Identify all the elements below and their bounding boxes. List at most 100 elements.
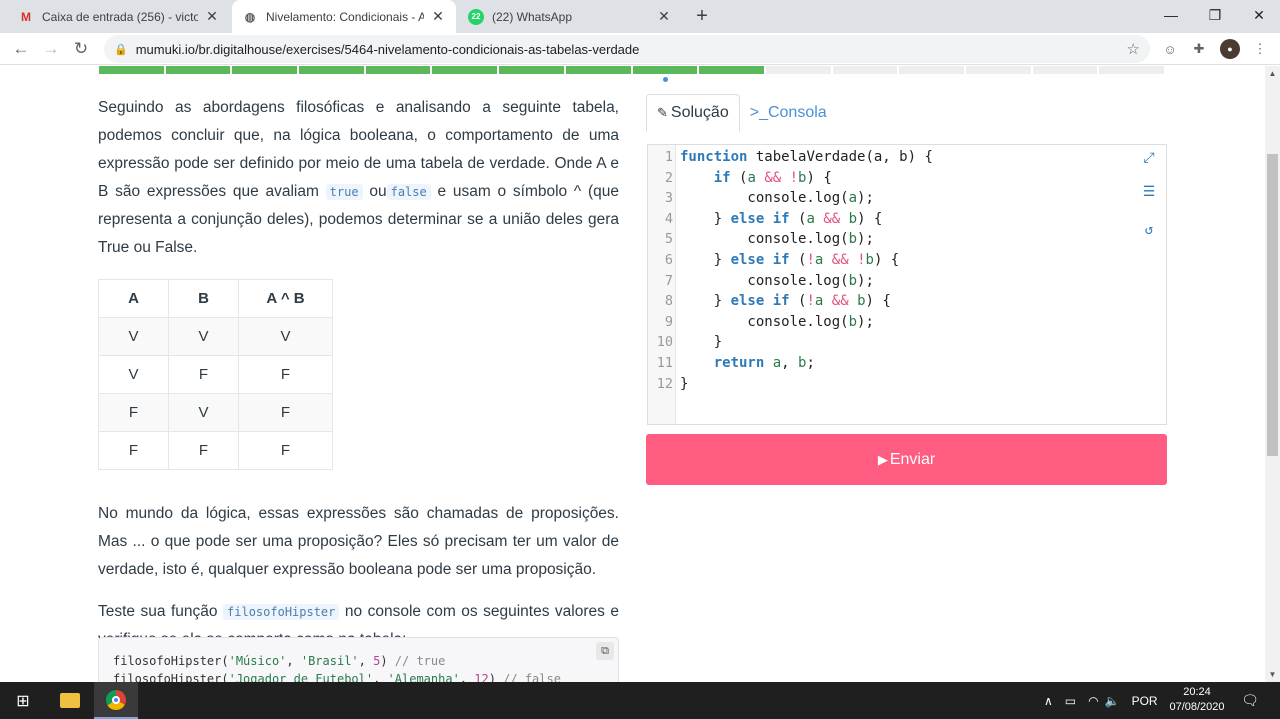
format-indent-icon[interactable]: ☰ (1140, 183, 1158, 201)
table-cell: F (98, 393, 169, 432)
system-tray: ∧ ▭ ◠ 🔈 POR (1044, 682, 1158, 719)
tab-solution[interactable]: ✎ Solução (646, 94, 740, 132)
reset-icon[interactable]: ↺ (1140, 221, 1158, 239)
intro-paragraph: Seguindo as abordagens filosóficas e ana… (98, 99, 619, 256)
close-icon[interactable]: ✕ (204, 8, 220, 25)
progress-segment[interactable] (99, 66, 164, 74)
progress-segment[interactable] (699, 66, 764, 74)
example-line: filosofoHipster('Músico', 'Brasil', 5) /… (113, 654, 446, 668)
notifications-icon[interactable]: 🗨 (1240, 690, 1260, 710)
puzzle-extensions-icon[interactable]: ✚ (1189, 39, 1209, 59)
extension-icon[interactable]: ☺ (1160, 39, 1180, 59)
chevron-up-icon[interactable]: ∧ (1044, 694, 1053, 708)
code-editor[interactable]: 1 function tabelaVerdade(a, b) { 2 if (a … (647, 144, 1167, 425)
scroll-up-arrow-icon[interactable]: ▲ (1265, 66, 1280, 81)
edit-icon: ✎ (657, 105, 668, 120)
forward-button[interactable]: → (38, 36, 64, 62)
table-header: A ^ B (238, 279, 333, 318)
close-window-button[interactable]: ✕ (1236, 0, 1280, 30)
fullscreen-icon[interactable]: ⤢ (1140, 149, 1158, 167)
battery-icon[interactable]: ▭ (1065, 694, 1076, 708)
exercise-description: Seguindo as abordagens filosóficas e ana… (98, 94, 619, 654)
page-scrollbar[interactable]: ▲ ▼ (1265, 66, 1280, 682)
page-content: Seguindo as abordagens filosóficas e ana… (0, 66, 1265, 682)
tab-title: (22) WhatsApp (492, 9, 573, 24)
menu-kebab-icon[interactable]: ⋮ (1250, 39, 1270, 59)
browser-tab-mumuki[interactable]: ◍ Nivelamento: Condicionais - As t ✕ (232, 0, 456, 33)
progress-segment[interactable] (565, 66, 631, 74)
table-cell: F (98, 431, 169, 470)
editor-tabs: ✎ Solução >_Consola (646, 94, 1166, 132)
system-clock[interactable]: 20:24 07/08/2020 (1166, 685, 1228, 715)
volume-icon[interactable]: 🔈 (1105, 694, 1120, 708)
maximize-button[interactable]: ❐ (1192, 0, 1238, 30)
table-header: A (98, 279, 169, 318)
progress-segment[interactable] (899, 66, 964, 74)
profile-avatar[interactable]: ● (1220, 39, 1240, 59)
tab-title: Nivelamento: Condicionais - As t (266, 9, 424, 24)
table-header: B (168, 279, 239, 318)
close-icon[interactable]: ✕ (430, 8, 446, 25)
browser-tab-whatsapp[interactable]: 22 (22) WhatsApp ✕ (458, 0, 682, 33)
language-indicator[interactable]: POR (1132, 694, 1158, 708)
copy-icon[interactable]: ⧉ (596, 642, 614, 660)
progress-segment[interactable] (432, 66, 498, 74)
progress-segment[interactable] (499, 66, 564, 74)
progress-segment[interactable] (632, 66, 698, 74)
submit-button[interactable]: ▶ Enviar (646, 434, 1167, 485)
minimize-button[interactable]: — (1148, 0, 1194, 30)
windows-taskbar: ⊞ ∧ ▭ ◠ 🔈 POR 20:24 07/08/2020 🗨 (0, 682, 1280, 719)
tab-console[interactable]: >_Consola (740, 94, 837, 132)
play-icon: ▶ (877, 451, 888, 467)
progress-segment[interactable] (965, 66, 1031, 74)
scroll-thumb[interactable] (1267, 154, 1278, 456)
progress-segment[interactable] (765, 66, 831, 74)
whatsapp-icon: 22 (468, 8, 484, 25)
wifi-icon[interactable]: ◠ (1088, 694, 1098, 708)
table-cell: V (98, 317, 169, 356)
exercise-progress-bar (99, 66, 1166, 74)
progress-segment[interactable] (165, 66, 231, 74)
table-cell: F (238, 393, 333, 432)
table-row: V F F (98, 355, 333, 394)
table-cell: V (238, 317, 333, 356)
gmail-icon: M (21, 9, 31, 24)
close-icon[interactable]: ✕ (656, 8, 672, 25)
table-row: F V F (98, 393, 333, 432)
table-cell: F (168, 431, 239, 470)
table-row: F F F (98, 431, 333, 470)
new-tab-button[interactable]: + (690, 4, 714, 28)
browser-tab-strip: M Caixa de entrada (256) - victorbs ✕ ◍ … (0, 0, 1280, 33)
lock-icon: 🔒 (114, 43, 128, 56)
bookmark-star-icon[interactable]: ☆ (1127, 40, 1140, 58)
globe-icon: ◍ (244, 9, 256, 24)
progress-segment[interactable] (832, 66, 898, 74)
progress-segment[interactable] (232, 66, 298, 74)
back-button[interactable]: ← (8, 36, 34, 62)
file-explorer-icon[interactable] (50, 682, 90, 719)
browser-toolbar: ← → ↻ 🔒 mumuki.io/br.digitalhouse/exerci… (0, 33, 1280, 65)
propositions-paragraph: No mundo da lógica, essas expressões são… (98, 505, 619, 578)
progress-segment[interactable] (1099, 66, 1164, 74)
browser-tab-gmail[interactable]: M Caixa de entrada (256) - victorbs ✕ (8, 0, 230, 33)
scroll-down-arrow-icon[interactable]: ▼ (1265, 667, 1280, 682)
code-false: false (386, 184, 431, 200)
truth-table: A B A ^ B V V V V F F F V F F F F (98, 279, 333, 470)
reload-button[interactable]: ↻ (68, 36, 94, 62)
address-bar[interactable]: 🔒 mumuki.io/br.digitalhouse/exercises/54… (104, 35, 1150, 63)
table-cell: V (98, 355, 169, 394)
progress-segment[interactable] (365, 66, 431, 74)
table-cell: F (238, 355, 333, 394)
table-cell: V (168, 393, 239, 432)
table-row: V V V (98, 317, 333, 356)
progress-segment[interactable] (1032, 66, 1098, 74)
code-function-name: filosofoHipster (223, 604, 340, 620)
progress-segment[interactable] (299, 66, 364, 74)
table-cell: F (238, 431, 333, 470)
table-cell: F (168, 355, 239, 394)
example-code-block: filosofoHipster('Músico', 'Brasil', 5) /… (98, 637, 619, 682)
url-text: mumuki.io/br.digitalhouse/exercises/5464… (135, 41, 640, 57)
chrome-taskbar-icon[interactable] (94, 682, 138, 719)
windows-start-icon[interactable]: ⊞ (0, 682, 46, 719)
tab-title: Caixa de entrada (256) - victorbs (42, 9, 198, 24)
